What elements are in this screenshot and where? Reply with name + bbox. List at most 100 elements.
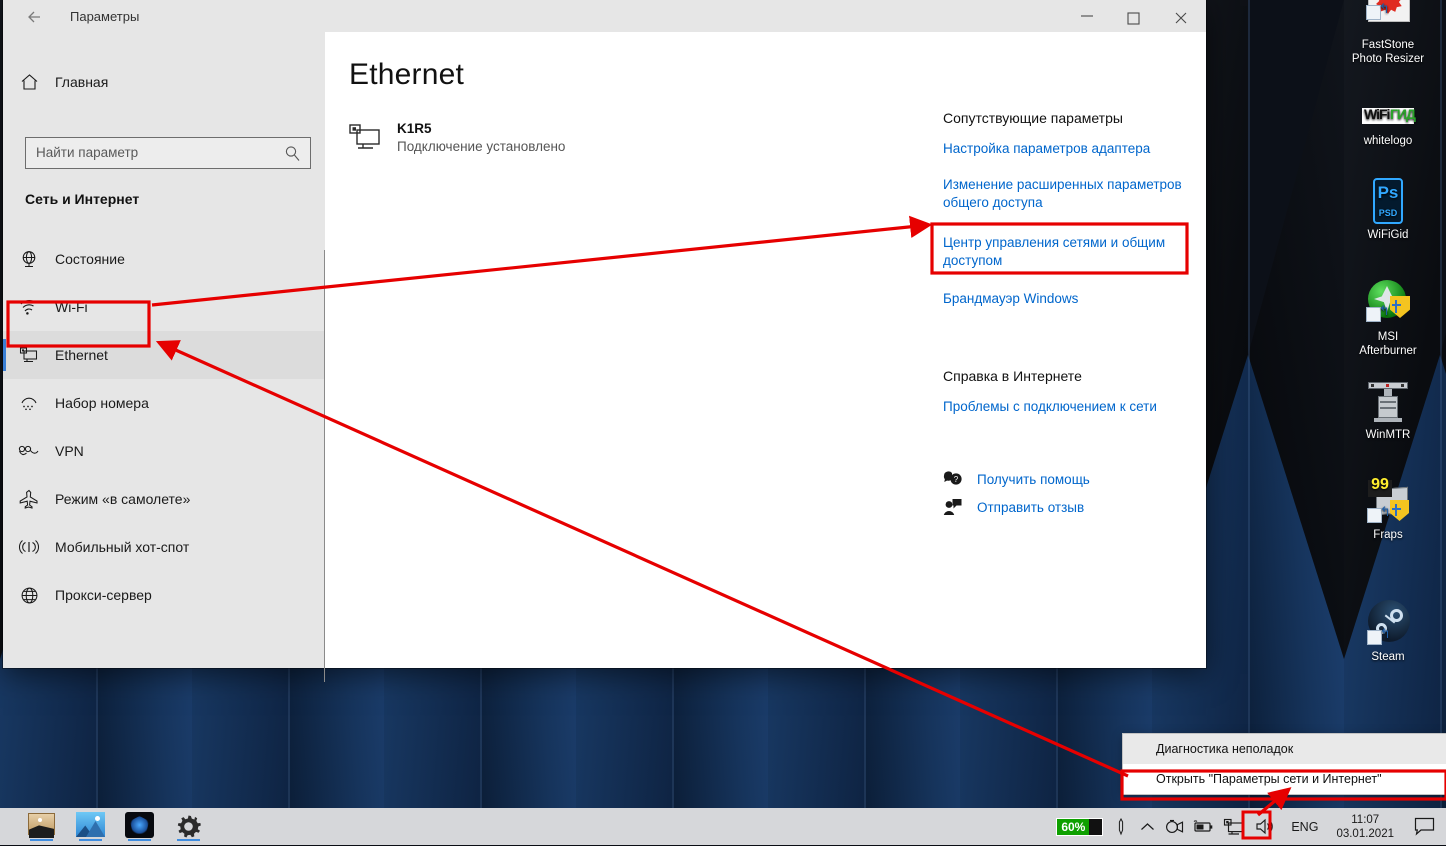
context-menu-item-troubleshoot[interactable]: Диагностика неполадок [1123,734,1446,764]
sidebar-item-label: Состояние [55,251,125,267]
page-title: Ethernet [349,58,465,91]
maximize-icon[interactable] [1112,0,1157,32]
related-settings-heading: Сопутствующие параметры [943,110,1123,126]
link-adapter-settings[interactable]: Настройка параметров адаптера [943,140,1193,158]
close-icon[interactable] [1159,0,1204,32]
taskbar-app-blue-network[interactable] [125,812,154,841]
sidebar-item-vpn[interactable]: VPN [3,427,325,475]
camera-icon[interactable] [1161,808,1189,845]
sidebar-item-label: Набор номера [55,395,149,411]
adapter-name: K1R5 [397,121,432,136]
tray-ethernet-network-icon[interactable] [1217,808,1251,845]
link-windows-firewall[interactable]: Брандмауэр Windows [943,290,1193,308]
minimize-icon[interactable] [1065,0,1110,32]
search-input[interactable]: Найти параметр [25,137,311,169]
action-send-feedback[interactable]: Отправить отзыв [943,498,1193,516]
taskbar-app-photos[interactable] [76,812,105,841]
battery-percent-badge[interactable]: 60% [1050,808,1109,845]
svg-text:?: ? [954,475,959,484]
sidebar-item-airplane-mode[interactable]: Режим «в самолете» [3,475,325,523]
taskbar-app-settings[interactable] [174,812,203,841]
faststone-photo-resizer-icon [1364,0,1412,36]
wifigid-logo-icon: WiFi ГИД [1362,106,1416,124]
sidebar-item-label: Мобильный хот-спот [55,539,190,555]
sidebar-item-label: Wi-Fi [55,299,88,315]
msi-afterburner-icon [1364,280,1412,328]
action-get-help[interactable]: ? Получить помощь [943,470,1193,488]
taskbar: 60% ENG 11:07 03.01.2021 [0,808,1446,845]
settings-content: Ethernet K1R5 Подключение установлено Со… [325,32,1206,668]
language-indicator[interactable]: ENG [1281,808,1328,845]
search-placeholder: Найти параметр [36,145,139,160]
dialup-icon [3,394,55,412]
taskbar-app-explorer[interactable] [27,812,56,841]
sidebar-item-wifi[interactable]: Wi-Fi [3,283,325,331]
clock-date: 03.01.2021 [1336,827,1394,840]
sidebar-item-ethernet[interactable]: Ethernet [3,331,325,379]
adapter-summary: K1R5 Подключение установлено [349,121,565,156]
hotspot-icon [3,538,55,556]
desktop-icon-label: WinMTR [1365,429,1411,441]
link-advanced-sharing-settings[interactable]: Изменение расширенных параметров общего … [943,176,1193,212]
link-network-connection-problems[interactable]: Проблемы с подключением к сети [943,398,1193,416]
home-icon [3,73,55,92]
related-settings-panel: Сопутствующие параметры Настройка параме… [943,110,1193,526]
ethernet-adapter-icon [349,121,397,156]
sidebar-group-title: Сеть и Интернет [25,191,140,207]
desktop-icon-winmtr[interactable]: WinMTR [1336,378,1440,443]
desktop-icon-label: Fraps [1373,529,1403,541]
photoshop-psd-icon: Ps PSD [1364,178,1412,226]
sidebar-item-status[interactable]: Состояние [3,235,325,283]
steam-icon [1364,600,1412,648]
window-titlebar: Параметры [3,0,1206,32]
desktop-icon-faststone[interactable]: FastStone Photo Resizer [1336,0,1440,66]
clock-time: 11:07 [1351,813,1380,826]
sidebar-item-dialup[interactable]: Набор номера [3,379,325,427]
tray-context-menu: Диагностика неполадок Открыть "Параметры… [1123,734,1446,794]
desktop-icon-whitelogo[interactable]: WiFi ГИД whitelogo [1336,100,1440,149]
desktop-icon-msi-afterburner[interactable]: MSI Afterburner [1336,280,1440,358]
sidebar-item-label: Прокси-сервер [55,587,152,603]
desktop-icon-label: FastStone Photo Resizer [1351,39,1425,65]
battery-percent-value: 60% [1057,818,1090,835]
vpn-icon [3,443,55,459]
show-hidden-icons-chevron[interactable] [1133,808,1161,845]
winmtr-icon [1364,378,1412,426]
pen-icon[interactable] [1109,808,1133,845]
sidebar-item-mobile-hotspot[interactable]: Мобильный хот-спот [3,523,325,571]
back-arrow-icon[interactable] [25,6,47,28]
battery-icon[interactable] [1189,808,1217,845]
feedback-person-icon [943,498,977,516]
fraps-icon: 99 [1364,477,1412,526]
desktop-icon-steam[interactable]: Steam [1336,600,1440,665]
taskbar-clock[interactable]: 11:07 03.01.2021 [1328,813,1402,841]
globe-status-icon [3,250,55,269]
sidebar-home-label: Главная [55,74,109,90]
sidebar-item-label: Режим «в самолете» [55,491,191,507]
context-menu-item-open-network-settings[interactable]: Открыть "Параметры сети и Интернет" [1123,764,1446,794]
desktop-icon-wifigid-psd[interactable]: Ps PSD WiFiGid [1336,178,1440,243]
settings-window: Параметры Главная Найти параметр Сеть и … [3,0,1206,682]
volume-icon[interactable] [1251,808,1281,845]
link-network-sharing-center[interactable]: Центр управления сетями и общим доступом [943,234,1193,270]
action-label: Получить помощь [977,471,1090,487]
sidebar-item-proxy[interactable]: Прокси-сервер [3,571,325,619]
question-bubble-icon: ? [943,470,977,488]
desktop-icon-label: WiFiGid [1367,229,1409,241]
search-icon[interactable] [284,145,301,167]
adapter-status: Подключение установлено [397,139,566,154]
desktop-icon-label: whitelogo [1363,135,1413,147]
desktop-icon-label: MSI Afterburner [1359,331,1417,357]
window-title: Параметры [70,9,140,24]
airplane-icon [3,489,55,509]
online-help-heading: Справка в Интернете [943,368,1082,384]
desktop-icon-fraps[interactable]: 99 Fraps [1336,477,1440,543]
system-tray: 60% ENG 11:07 03.01.2021 [1050,808,1446,845]
action-center-icon[interactable] [1402,808,1446,845]
sidebar-item-label: VPN [55,443,84,459]
sidebar-item-home[interactable]: Главная [3,62,325,102]
sidebar-item-label: Ethernet [55,347,108,363]
ethernet-icon [3,346,55,364]
proxy-globe-icon [3,586,55,605]
action-label: Отправить отзыв [977,499,1085,515]
